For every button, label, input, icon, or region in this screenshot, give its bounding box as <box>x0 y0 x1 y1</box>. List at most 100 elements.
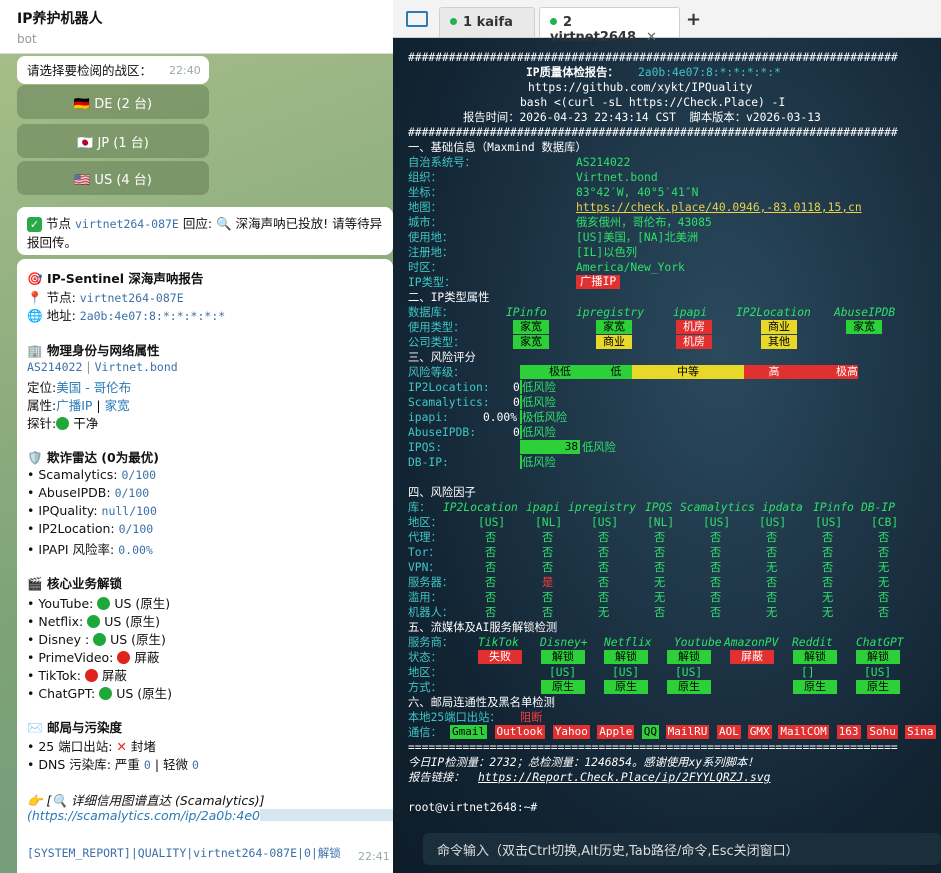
factor-value: 否 <box>710 576 722 589</box>
label: 本地25端口出站： <box>408 711 501 724</box>
section-title: 二、IP类型属性 <box>408 291 490 304</box>
location-link[interactable]: 美国 - 哥伦布 <box>56 380 131 395</box>
risk-level: 低 <box>600 365 632 379</box>
mail-badge: MailCOM <box>778 725 829 739</box>
keyboard-button-us[interactable]: 🇺🇸 US (4 台) <box>17 161 209 195</box>
mode-badge: 原生 <box>541 680 585 694</box>
service-region: [US] <box>864 666 892 679</box>
label: 报告链接： <box>408 771 465 784</box>
port25-row: 本地25端口出站： 阻断 <box>408 710 928 725</box>
type-badge: 其他 <box>761 335 797 349</box>
factor-value: 否 <box>598 531 610 544</box>
port25-status: 阻断 <box>520 711 543 724</box>
db-name: IP2Location <box>736 306 811 319</box>
report-link-line: 报告链接： https://Report.Check.Place/ip/2FYYL… <box>408 770 928 785</box>
basic-row: 组织： Virtnet.bond <box>408 170 928 185</box>
message-time: 22:40 <box>169 64 201 77</box>
service-region: [US] <box>612 666 640 679</box>
service-row: • TikTok: 屏蔽 <box>27 665 127 684</box>
keyboard-button-jp[interactable]: 🇯🇵 JP (1 台) <box>17 124 209 158</box>
dns-severe: 0 <box>143 758 151 772</box>
factor-value: 否 <box>542 591 554 604</box>
command-input[interactable]: 命令输入（双击Ctrl切换,Alt历史,Tab路径/命令,Esc关闭窗口） <box>423 833 941 865</box>
new-tab-button[interactable]: + <box>686 9 701 30</box>
terminal-panel: 1 kaifa 2 virtnet2648 ✕ + ###############… <box>393 0 941 873</box>
score-text: 极低风险 <box>522 411 568 424</box>
status-badge: 解锁 <box>541 650 585 664</box>
section-3: 三、风险评分 <box>408 350 928 365</box>
mode-badge: 原生 <box>793 680 837 694</box>
iptype-row: IP类型： 广播IP <box>408 275 928 290</box>
shield-icon: 🛡️ <box>27 450 43 465</box>
risk-level: 极高 <box>804 365 858 379</box>
status-badge: 解锁 <box>604 650 648 664</box>
keyboard-button-de[interactable]: 🇩🇪 DE (2 台) <box>17 85 209 119</box>
factor-value: 否 <box>878 606 890 619</box>
attr-link[interactable]: 广播IP <box>56 398 92 413</box>
label: 地区： <box>408 516 442 529</box>
label: 通信： <box>408 726 442 739</box>
fraud-row: • AbuseIPDB: 0/100 <box>27 485 149 500</box>
section-title: 一、基础信息（Maxmind 数据库） <box>408 141 587 154</box>
scamalytics-link[interactable]: (https://scamalytics.com/ip/2a0b:4e0 <box>27 808 260 823</box>
section-title: 物理身份与网络属性 <box>46 343 160 358</box>
factor-value: 否 <box>766 531 778 544</box>
tab-virtnet2648[interactable]: 2 virtnet2648 ✕ <box>539 7 680 45</box>
fraud-value: 0/100 <box>118 522 154 536</box>
factor-value: 无 <box>598 606 610 619</box>
label: 属性: <box>27 398 57 413</box>
label: 状态： <box>408 651 442 664</box>
red-circle-icon <box>117 651 131 664</box>
message-text: 请选择要检阅的战区： <box>27 63 153 78</box>
region-value: [NL] <box>535 516 563 529</box>
factor-value: 否 <box>710 561 722 574</box>
red-circle-icon <box>84 669 98 682</box>
mode-badge: 原生 <box>604 680 648 694</box>
score-row: AbuseIPDB: 0 低风险 <box>408 425 928 440</box>
tab-label: 2 virtnet2648 <box>550 15 637 45</box>
status-badge: 失败 <box>478 650 522 664</box>
type-badge: 机房 <box>676 335 712 349</box>
factor-label: 服务器： <box>408 576 454 589</box>
fraud-row: • IPQuality: null/100 <box>27 503 157 518</box>
service-label: • Netflix: <box>27 614 88 629</box>
probe-value: 干净 <box>73 416 99 431</box>
service-row: • YouTube: US (原生) <box>27 593 170 612</box>
basic-value[interactable]: https://check.place/40.0946,-83.0118,15,… <box>576 200 862 215</box>
factor-value: 否 <box>485 606 497 619</box>
chat-header[interactable]: IP养护机器人 bot <box>0 0 393 54</box>
factor-value: 无 <box>878 576 890 589</box>
score-value: 0 <box>513 396 520 409</box>
fraud-value: null/100 <box>101 504 157 518</box>
factor-value: 无 <box>878 561 890 574</box>
status-badge: 解锁 <box>667 650 711 664</box>
report-link[interactable]: https://Report.Check.Place/ip/2FYYLQRZJ.… <box>478 770 770 785</box>
section-5: 五、流媒体及AI服务解锁检测 <box>408 620 928 635</box>
close-icon[interactable]: ✕ <box>646 30 657 45</box>
factor-value: 否 <box>654 561 666 574</box>
mail-row: 通信： Gmail Outlook Yahoo Apple QQ MailRU AOL GMX M… <box>408 725 936 740</box>
folder-icon[interactable] <box>406 11 428 27</box>
label: • 25 端口出站: <box>27 739 113 754</box>
score-label: IP2Location: <box>408 381 490 394</box>
region-value: [NL] <box>647 516 675 529</box>
tab-kaifa[interactable]: 1 kaifa <box>439 7 535 37</box>
label: 公司类型： <box>408 336 465 349</box>
score-text: 低风险 <box>522 426 556 439</box>
label: • DNS 污染库: 严重 <box>27 757 140 772</box>
mail-badge: Gmail <box>450 725 488 739</box>
mail-badge: Apple <box>597 725 635 739</box>
use-type-row: 使用类型： 家宽 家宽 机房 商业 家宽 <box>408 320 928 335</box>
asn-link[interactable]: AS214022 <box>27 360 82 374</box>
lib-name: ipregistry <box>568 501 637 514</box>
time-line: 报告时间：2026-04-23 22:43:14 CST 脚本版本：v2026-… <box>408 110 928 125</box>
mail-badge: 163 <box>836 725 861 739</box>
attr-link[interactable]: 家宽 <box>105 398 130 413</box>
region-value: [US] <box>815 516 843 529</box>
basic-row: 自治系统号： AS214022 <box>408 155 928 170</box>
label: 风险等级： <box>408 366 465 379</box>
section-4: 四、风险因子 <box>408 485 928 500</box>
factor-value: 否 <box>654 531 666 544</box>
cross-icon: ✕ <box>116 739 127 754</box>
org-link[interactable]: Virtnet.bond <box>95 360 178 374</box>
